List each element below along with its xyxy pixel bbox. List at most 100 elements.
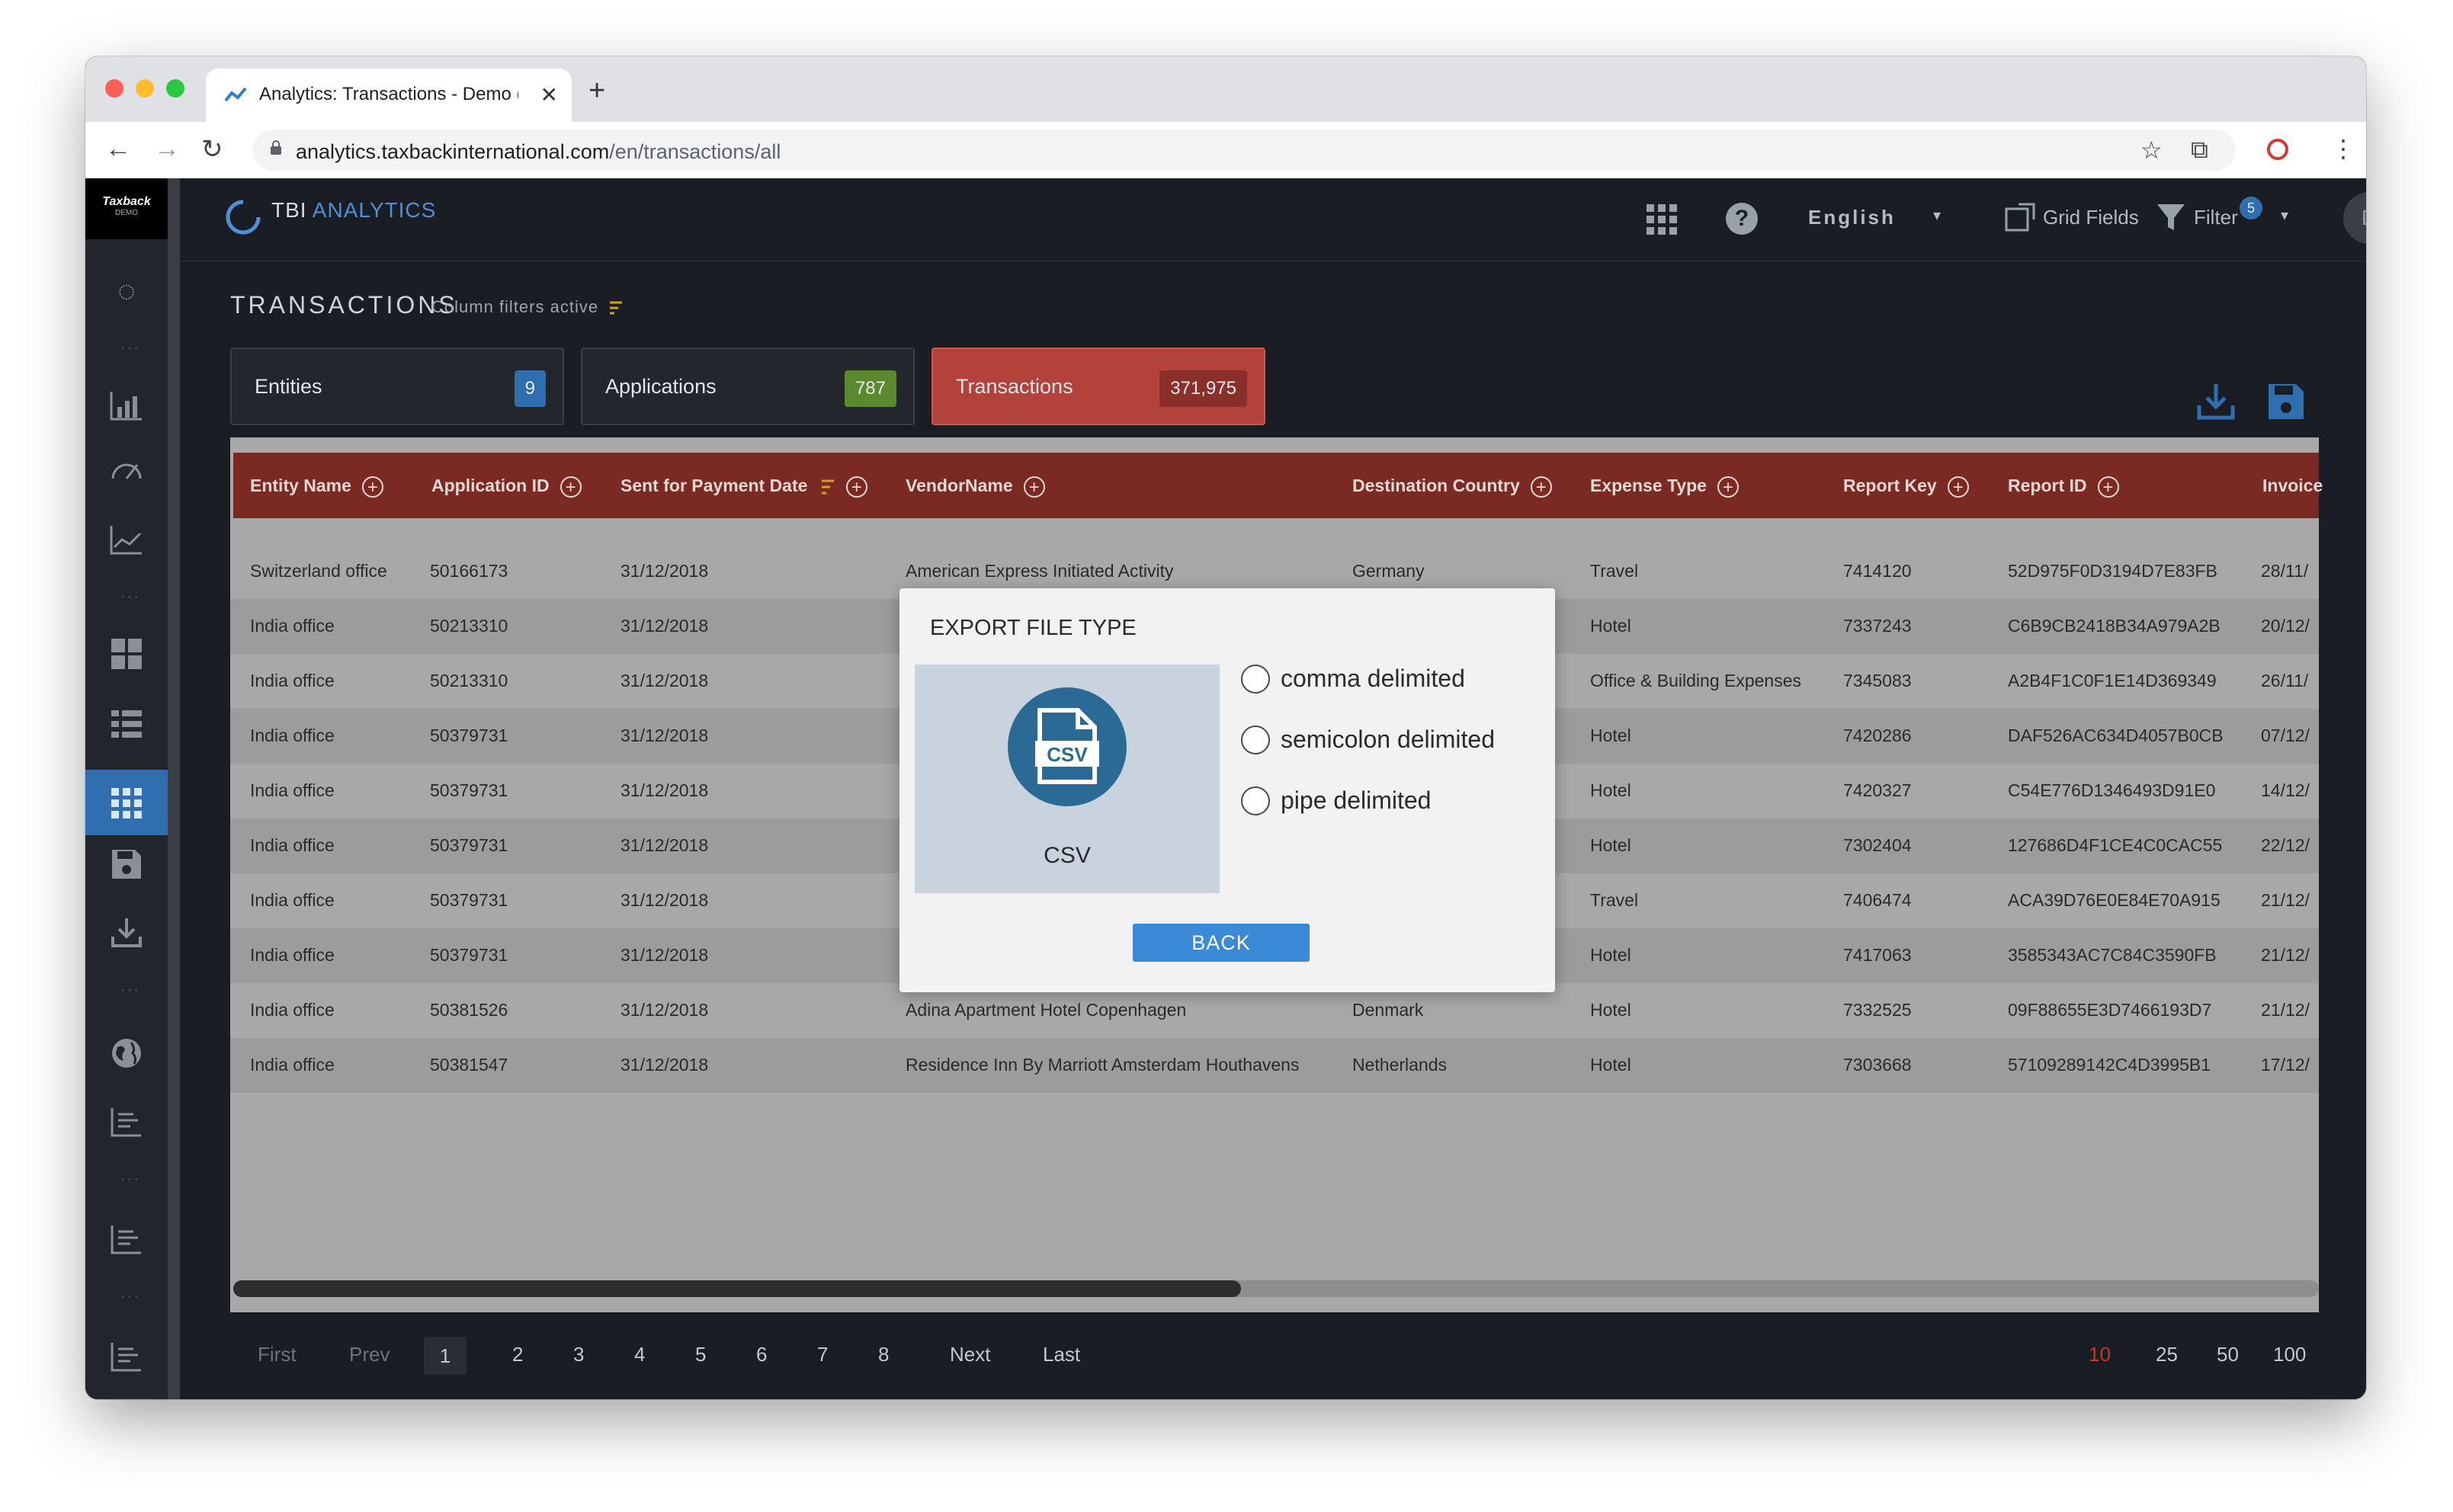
- page-prev[interactable]: Prev: [349, 1343, 390, 1366]
- language-select[interactable]: English: [1808, 206, 1896, 229]
- report-list-icon-3[interactable]: [105, 1335, 148, 1378]
- table-cell: Hotel: [1590, 616, 1631, 636]
- reload-icon[interactable]: ↻: [201, 134, 223, 165]
- label-pipe-delimited[interactable]: pipe delimited: [1281, 786, 1431, 815]
- tab-title: Analytics: Transactions - Demo (: [259, 84, 518, 104]
- filter-chevron-icon[interactable]: ▾: [2281, 206, 2288, 225]
- card-entities[interactable]: Entities 9: [230, 348, 564, 425]
- dashboard-icon[interactable]: [105, 633, 148, 675]
- col-vendor-name[interactable]: VendorName +: [906, 476, 1045, 498]
- report-list-icon-2[interactable]: [105, 1218, 148, 1261]
- export-download-icon[interactable]: [2197, 383, 2235, 421]
- page-size-50[interactable]: 50: [2217, 1343, 2239, 1366]
- sidebar-scrollbar[interactable]: [168, 178, 180, 1399]
- table-cell: Residence Inn By Marriott Amsterdam Hout…: [906, 1055, 1300, 1075]
- table-cell: Adina Apartment Hotel Copenhagen: [906, 1000, 1187, 1020]
- radio-comma-delimited[interactable]: [1241, 665, 1270, 694]
- page-3[interactable]: 3: [573, 1343, 584, 1366]
- add-filter-icon: +: [1023, 476, 1045, 498]
- minimize-window-button[interactable]: [136, 79, 154, 98]
- maximize-window-button[interactable]: [166, 79, 184, 98]
- col-entity-name[interactable]: Entity Name +: [250, 476, 383, 498]
- grid-fields-button[interactable]: Grid Fields: [2043, 206, 2139, 229]
- grid-icon: [111, 788, 142, 818]
- new-tab-icon[interactable]: +: [588, 75, 605, 107]
- sidebar-item-grid-active[interactable]: [85, 770, 168, 835]
- save-icon[interactable]: [105, 843, 148, 886]
- col-report-key[interactable]: Report Key +: [1843, 476, 1969, 498]
- pagination: First Prev 1 2 3 4 5 6 7 8 Next Last 10 …: [230, 1337, 2319, 1375]
- close-tab-icon[interactable]: ✕: [540, 82, 558, 107]
- globe-icon[interactable]: [105, 1032, 148, 1075]
- table-cell: 21/12/: [2261, 1000, 2310, 1020]
- table-cell: Hotel: [1590, 1000, 1631, 1020]
- table-cell: 50379731: [430, 890, 508, 910]
- table-cell: 26/11/: [2261, 671, 2309, 690]
- table-cell: 52D975F0D3194D7E83FB: [2008, 561, 2217, 581]
- cast-icon[interactable]: ⧉: [2191, 136, 2208, 165]
- page-next[interactable]: Next: [950, 1343, 990, 1366]
- back-button[interactable]: BACK: [1133, 924, 1310, 962]
- browser-menu-icon[interactable]: ⋮: [2331, 134, 2355, 163]
- add-filter-icon: +: [1530, 476, 1552, 498]
- table-cell: 31/12/2018: [620, 835, 709, 855]
- download-icon[interactable]: [105, 911, 148, 954]
- browser-tab[interactable]: Analytics: Transactions - Demo ( ✕: [206, 69, 572, 122]
- page-6[interactable]: 6: [756, 1343, 767, 1366]
- table-cell: 31/12/2018: [620, 671, 709, 690]
- page-size-100[interactable]: 100: [2273, 1343, 2306, 1366]
- opera-extension-icon[interactable]: [2267, 139, 2288, 160]
- list-view-icon[interactable]: [105, 703, 148, 745]
- card-applications[interactable]: Applications 787: [581, 348, 915, 425]
- table-row[interactable]: India office 50381547 31/12/2018 Residence …: [230, 1038, 2319, 1093]
- page-last[interactable]: Last: [1043, 1343, 1080, 1366]
- apps-grid-icon[interactable]: [1647, 204, 1677, 235]
- help-icon[interactable]: ?: [1726, 203, 1758, 235]
- close-window-button[interactable]: [105, 79, 123, 98]
- table-cell: 31/12/2018: [620, 1000, 709, 1020]
- bookmark-star-icon[interactable]: ☆: [2140, 136, 2163, 165]
- table-cell: 7332525: [1843, 1000, 1912, 1020]
- page-size-10[interactable]: 10: [2089, 1343, 2111, 1366]
- horizontal-scrollbar-thumb[interactable]: [233, 1280, 1241, 1297]
- loading-circle-icon[interactable]: ◌: [105, 270, 148, 312]
- page-5[interactable]: 5: [695, 1343, 706, 1366]
- add-filter-icon: +: [845, 476, 867, 498]
- page-4[interactable]: 4: [634, 1343, 645, 1366]
- col-report-id[interactable]: Report ID +: [2008, 476, 2119, 498]
- label-comma-delimited[interactable]: comma delimited: [1281, 665, 1465, 693]
- table-cell: Hotel: [1590, 945, 1631, 965]
- bar-chart-icon[interactable]: [105, 384, 148, 427]
- filter-button[interactable]: Filter: [2194, 206, 2238, 229]
- label-semicolon-delimited[interactable]: semicolon delimited: [1281, 726, 1495, 754]
- radio-semicolon-delimited[interactable]: [1241, 726, 1270, 754]
- page-2[interactable]: 2: [512, 1343, 523, 1366]
- forward-arrow-icon[interactable]: →: [154, 134, 180, 164]
- table-cell: Hotel: [1590, 1055, 1631, 1075]
- language-chevron-icon[interactable]: ▾: [1933, 206, 1941, 225]
- page-8[interactable]: 8: [878, 1343, 889, 1366]
- csv-file-type-option[interactable]: CSV CSV: [915, 665, 1220, 893]
- col-expense-type[interactable]: Expense Type +: [1590, 476, 1739, 498]
- col-destination-country[interactable]: Destination Country +: [1352, 476, 1552, 498]
- radio-pipe-delimited[interactable]: [1241, 786, 1270, 815]
- taxback-logo: Taxback DEMO: [85, 178, 168, 239]
- col-application-id[interactable]: Application ID +: [431, 476, 582, 498]
- table-cell: A2B4F1C0F1E14D369349: [2008, 671, 2217, 690]
- page-size-25[interactable]: 25: [2156, 1343, 2178, 1366]
- col-sent-for-payment-date[interactable]: Sent for Payment Date +: [620, 476, 867, 498]
- save-view-icon[interactable]: [2267, 383, 2305, 421]
- report-list-icon[interactable]: [105, 1100, 148, 1143]
- avatar[interactable]: D: [2343, 192, 2366, 244]
- card-transactions[interactable]: Transactions 371,975: [931, 348, 1265, 425]
- table-cell: 7337243: [1843, 616, 1912, 636]
- url-input[interactable]: analytics.taxbackinternational.com/en/tr…: [253, 130, 2235, 171]
- page-first[interactable]: First: [258, 1343, 297, 1366]
- page-7[interactable]: 7: [817, 1343, 828, 1366]
- page-current[interactable]: 1: [424, 1337, 467, 1375]
- table-cell: 21/12/: [2261, 890, 2310, 910]
- gauge-icon[interactable]: [105, 447, 148, 489]
- line-chart-icon[interactable]: [105, 518, 148, 561]
- back-arrow-icon[interactable]: ←: [105, 134, 131, 164]
- col-invoice[interactable]: Invoice: [2262, 476, 2323, 496]
